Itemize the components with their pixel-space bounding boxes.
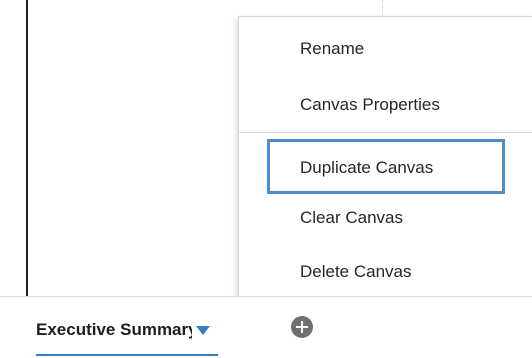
active-tab-indicator xyxy=(36,354,218,356)
menu-item-label: Delete Canvas xyxy=(300,262,412,281)
menu-item-label: Clear Canvas xyxy=(300,208,403,227)
tab-label: Executive Summary xyxy=(36,320,192,339)
chevron-down-icon[interactable] xyxy=(196,325,210,335)
menu-item-clear-canvas[interactable]: Clear Canvas xyxy=(239,197,532,239)
add-canvas-button[interactable] xyxy=(291,316,313,338)
focus-ring xyxy=(267,139,505,194)
canvas-tab-bar: Executive Summary xyxy=(0,296,532,358)
menu-item-label: Rename xyxy=(300,39,365,58)
menu-item-canvas-properties[interactable]: Canvas Properties xyxy=(239,84,532,126)
menu-item-label: Canvas Properties xyxy=(300,95,440,114)
menu-item-delete-canvas[interactable]: Delete Canvas xyxy=(239,251,532,293)
menu-item-rename[interactable]: Rename xyxy=(239,28,532,70)
tab-executive-summary[interactable]: Executive Summary xyxy=(36,319,210,341)
menu-item-duplicate-canvas[interactable]: Duplicate Canvas xyxy=(239,139,532,194)
canvas-context-menu: Rename Canvas Properties Duplicate Canva… xyxy=(238,16,532,298)
menu-separator xyxy=(239,132,532,133)
